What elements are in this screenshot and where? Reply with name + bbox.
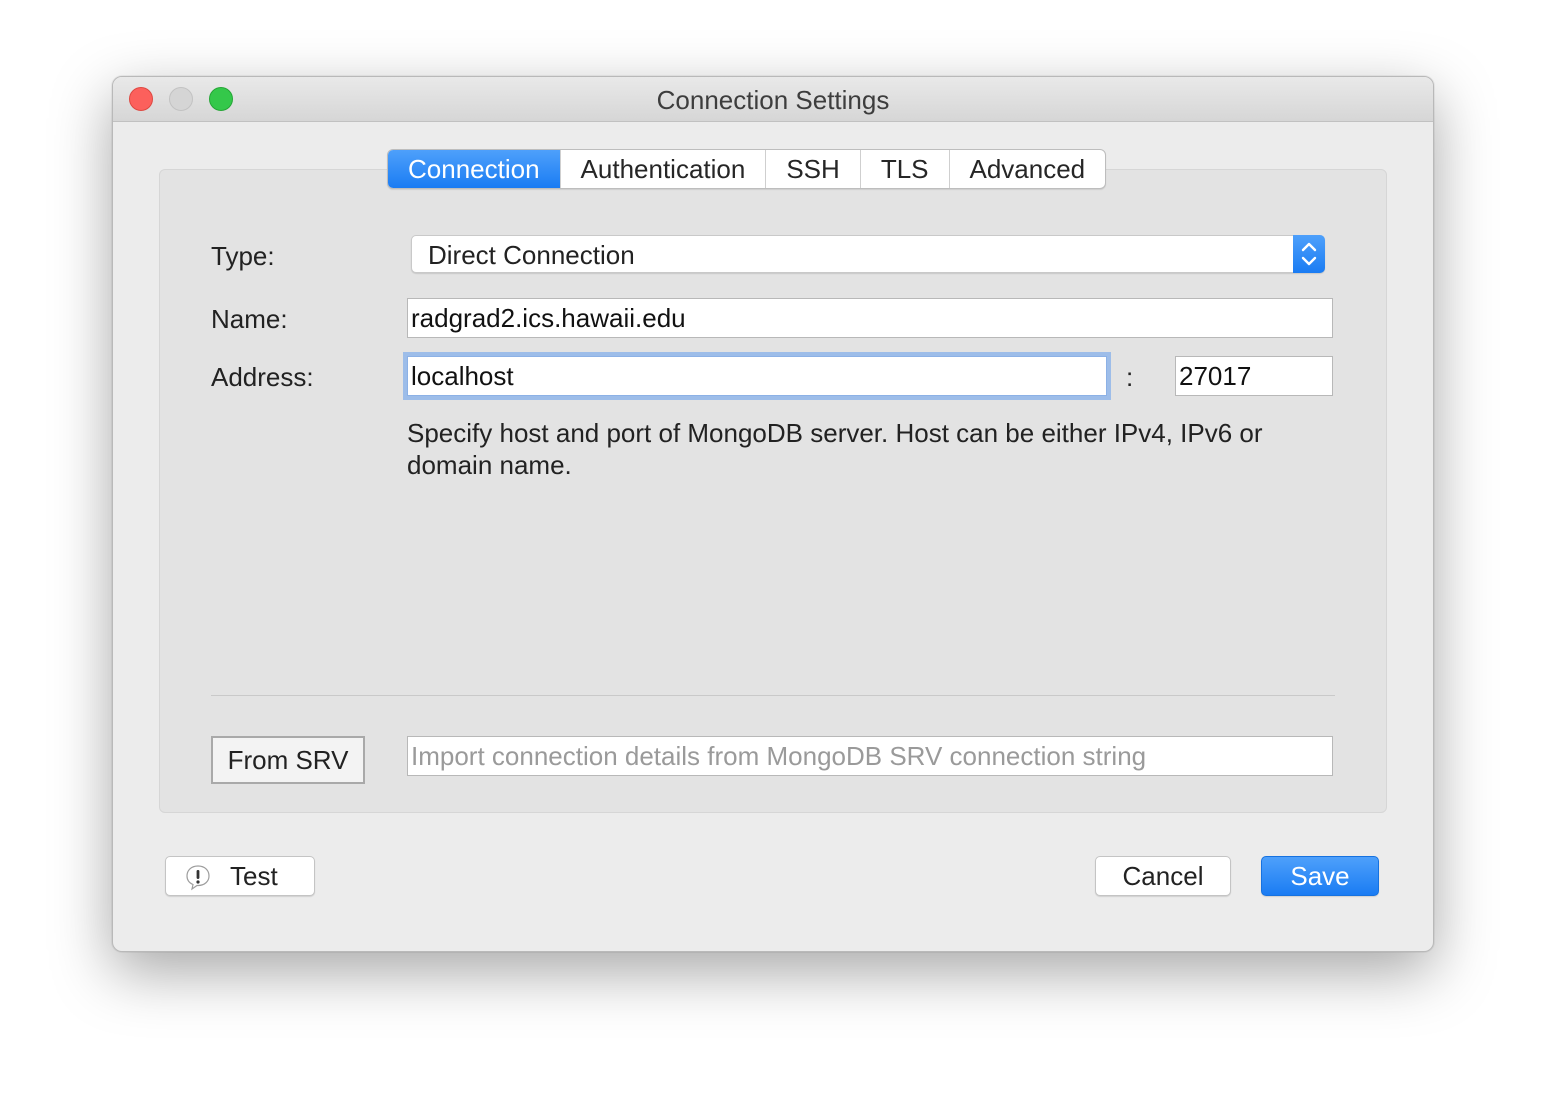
address-label: Address: bbox=[211, 362, 314, 392]
port-input[interactable]: 27017 bbox=[1175, 356, 1333, 396]
address-hint-text: Specify host and port of MongoDB server.… bbox=[407, 418, 1263, 480]
name-label: Name: bbox=[211, 304, 288, 334]
type-label: Type: bbox=[211, 241, 275, 271]
test-button[interactable]: Test bbox=[165, 856, 315, 896]
cancel-button[interactable]: Cancel bbox=[1095, 856, 1231, 896]
port-separator: : bbox=[1126, 362, 1134, 392]
tab-connection[interactable]: Connection bbox=[388, 150, 561, 188]
address-input[interactable]: localhost bbox=[407, 356, 1107, 396]
warning-speech-bubble-icon bbox=[184, 863, 212, 891]
name-input[interactable]: radgrad2.ics.hawaii.edu bbox=[407, 298, 1333, 338]
type-select-value: Direct Connection bbox=[428, 240, 635, 270]
tab-bar: Connection Authentication SSH TLS Advanc… bbox=[387, 149, 1107, 189]
updown-chevron-icon bbox=[1293, 235, 1325, 273]
tab-ssh[interactable]: SSH bbox=[766, 150, 861, 188]
connection-settings-window: Connection Settings Connection Authentic… bbox=[112, 76, 1434, 952]
title-bar: Connection Settings bbox=[113, 77, 1433, 122]
divider bbox=[211, 695, 1335, 696]
type-select[interactable]: Direct Connection bbox=[411, 235, 1325, 273]
window-title: Connection Settings bbox=[656, 85, 890, 115]
save-button[interactable]: Save bbox=[1261, 856, 1379, 896]
tab-advanced[interactable]: Advanced bbox=[950, 150, 1106, 188]
tab-tls[interactable]: TLS bbox=[861, 150, 950, 188]
tab-authentication[interactable]: Authentication bbox=[561, 150, 767, 188]
srv-connection-string-input[interactable]: Import connection details from MongoDB S… bbox=[407, 736, 1333, 776]
from-srv-button[interactable]: From SRV bbox=[211, 736, 365, 784]
test-button-label: Test bbox=[230, 861, 278, 891]
